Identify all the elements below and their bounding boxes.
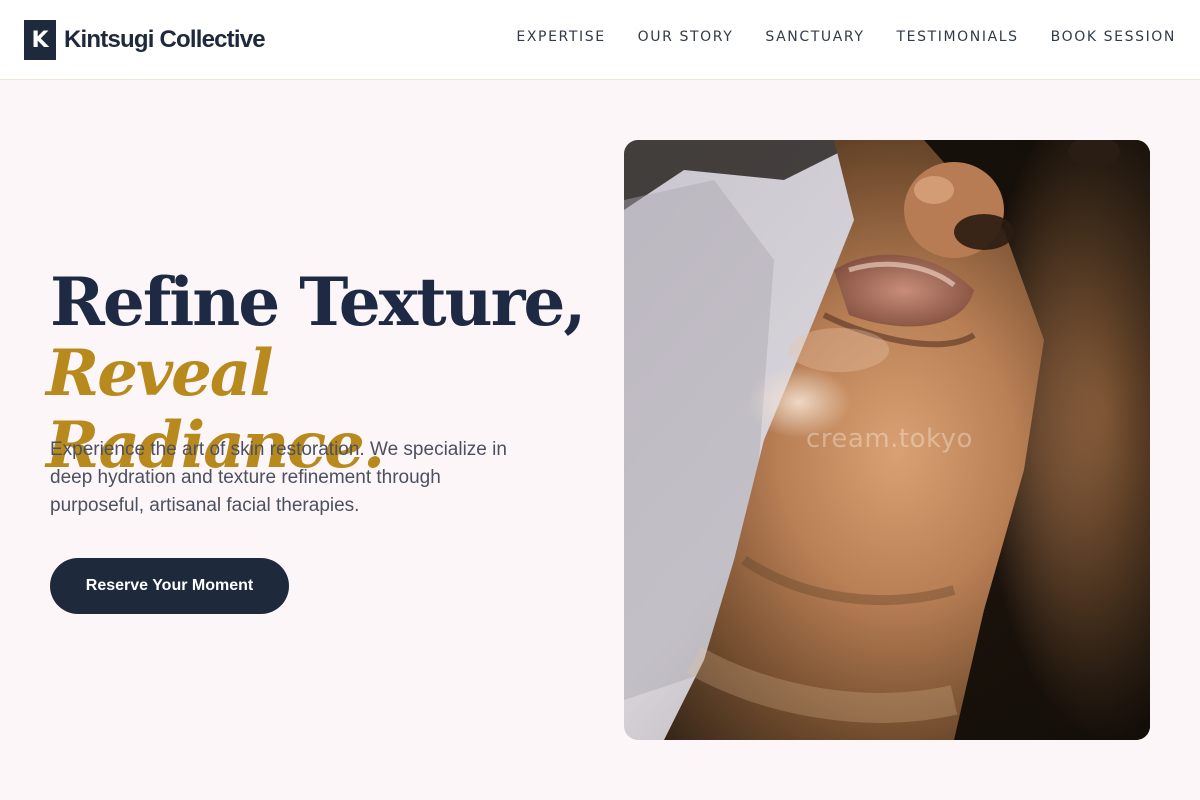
hero-image: cream.tokyo: [624, 140, 1150, 740]
main-nav: EXPERTISE OUR STORY SANCTUARY TESTIMONIA…: [516, 29, 1176, 45]
nav-item-testimonials[interactable]: TESTIMONIALS: [897, 29, 1019, 45]
nav-item-expertise[interactable]: EXPERTISE: [516, 29, 605, 45]
nav-item-our-story[interactable]: OUR STORY: [638, 29, 734, 45]
nav-item-sanctuary[interactable]: SANCTUARY: [765, 29, 864, 45]
site-header: K Kintsugi Collective EXPERTISE OUR STOR…: [0, 0, 1200, 80]
brand-name: Kintsugi Collective: [64, 26, 266, 53]
hero-title-line1: Refine Texture,: [50, 263, 586, 341]
image-watermark: cream.tokyo: [806, 424, 973, 454]
reserve-button[interactable]: Reserve Your Moment: [50, 558, 289, 614]
nav-item-book-session[interactable]: BOOK SESSION: [1051, 29, 1176, 45]
hero-description: Experience the art of skin restoration. …: [50, 439, 507, 516]
brand-logo[interactable]: K Kintsugi Collective: [24, 20, 266, 60]
logo-mark: K: [24, 20, 56, 60]
